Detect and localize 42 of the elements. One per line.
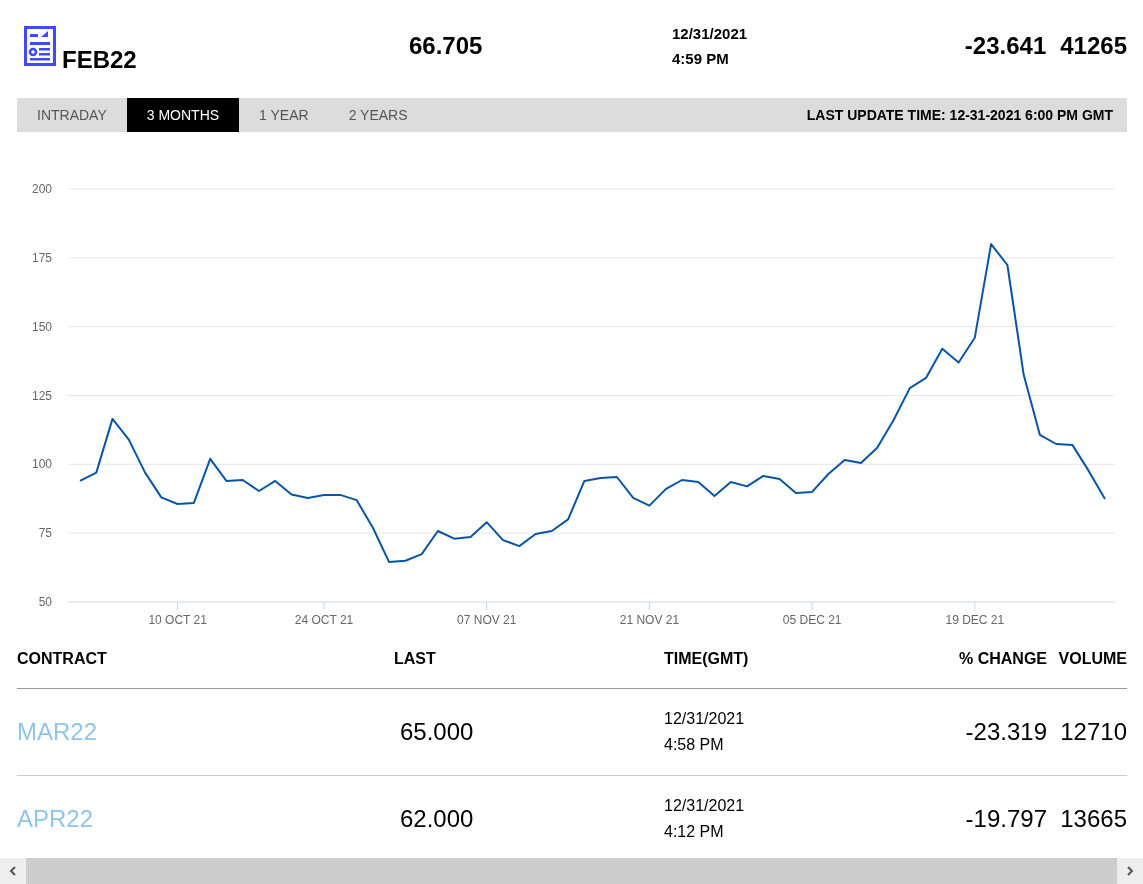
report-icon <box>24 26 56 66</box>
trade-date: 12/31/2021 <box>664 710 746 728</box>
trade-time: 4:12 PM <box>664 823 725 841</box>
y-axis-label: 175 <box>31 250 52 265</box>
last-price: 66.705 <box>409 32 484 60</box>
chevron-right-icon <box>1126 866 1134 876</box>
volume-value: 13665 <box>1059 805 1127 833</box>
x-axis-label: 21 NOV 21 <box>619 613 680 627</box>
percent-change: -23.319 <box>965 718 1047 746</box>
trade-time: 4:58 PM <box>664 736 725 754</box>
trade-time: 4:59 PM <box>672 50 730 67</box>
range-tab[interactable]: INTRADAY <box>17 98 127 132</box>
column-header: TIME(GMT) <box>664 650 750 668</box>
x-axis-label: 24 OCT 21 <box>294 613 354 627</box>
range-tab[interactable]: 1 YEAR <box>239 98 329 132</box>
last-update-time: LAST UPDATE TIME: 12-31-2021 6:00 PM GMT <box>806 107 1114 123</box>
range-tab[interactable]: 2 YEARS <box>328 98 428 132</box>
percent-change: -19.797 <box>965 805 1047 833</box>
contract-symbol: FEB22 <box>62 48 137 72</box>
x-axis-label: 05 DEC 21 <box>782 613 842 627</box>
y-axis-label: 200 <box>31 182 52 196</box>
volume-value: 41265 <box>1060 32 1127 60</box>
chevron-left-icon <box>9 866 17 876</box>
x-axis-label: 07 NOV 21 <box>457 613 517 627</box>
column-header: % CHANGE <box>959 650 1047 668</box>
column-header: VOLUME <box>1057 650 1127 668</box>
x-axis-label: 19 DEC 21 <box>945 613 1005 627</box>
y-axis-label: 125 <box>31 388 52 403</box>
range-tab[interactable]: 3 MONTHS <box>126 98 240 132</box>
column-header: LAST <box>394 650 437 668</box>
volume-value: 12710 <box>1059 718 1127 746</box>
last-price: 65.000 <box>399 718 475 746</box>
y-axis-label: 150 <box>31 319 52 334</box>
y-axis-label: 75 <box>38 526 52 541</box>
column-header: CONTRACT <box>17 650 108 668</box>
x-axis-label: 10 OCT 21 <box>148 613 207 627</box>
trade-date: 12/31/2021 <box>672 25 749 42</box>
y-axis-label: 100 <box>31 457 52 472</box>
last-price: 62.000 <box>399 805 475 833</box>
y-axis-label: 50 <box>38 595 52 609</box>
trade-date: 12/31/2021 <box>664 797 746 815</box>
price-change: -23.641 <box>964 32 1047 60</box>
